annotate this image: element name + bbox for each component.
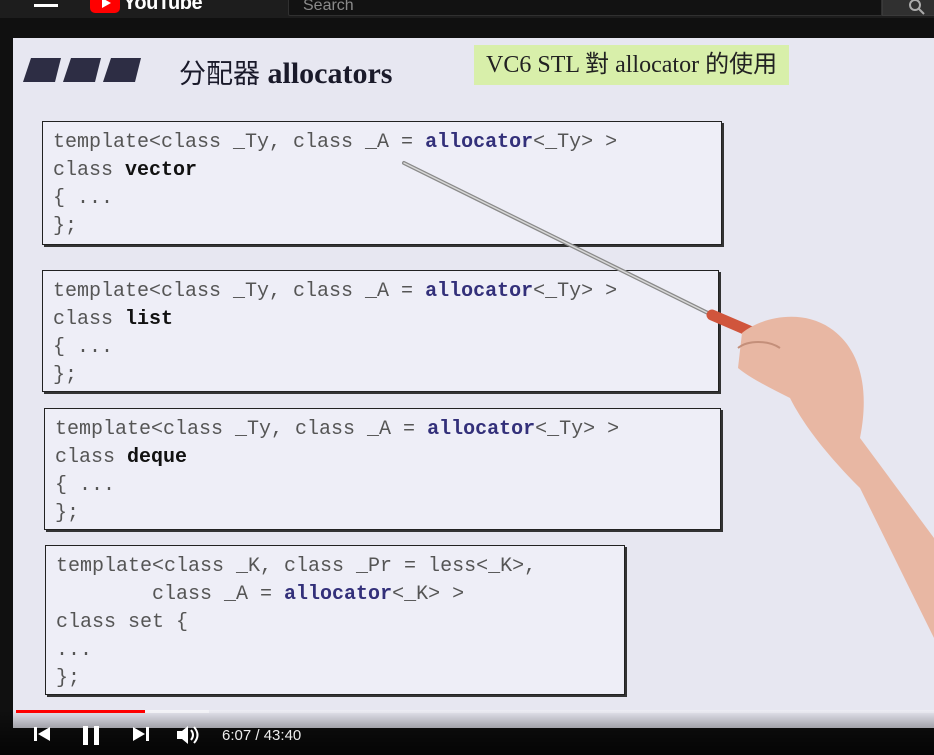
menu-icon[interactable] [34,0,58,10]
code-text: { ... [53,336,114,359]
code-block-vector: template<class _Ty, class _A = allocator… [42,121,722,245]
player-controls: 6:07 / 43:40 [0,710,934,755]
volume-icon[interactable] [175,724,203,746]
code-text: <_K> > [392,583,465,606]
slide-badge: VC6 STL 對 allocator 的使用 [474,45,790,85]
previous-icon[interactable] [32,724,52,744]
code-class-name: vector [125,159,198,182]
code-block-list: template<class _Ty, class _A = allocator… [42,270,719,392]
logo-text: YouTube [123,0,203,14]
search-button[interactable] [882,0,934,16]
youtube-logo[interactable]: YouTube [90,0,203,14]
code-text: <_Ty> > [533,131,618,154]
current-time: 6:07 [222,727,252,744]
code-text: }; [53,364,78,387]
slide-title-zh: 分配器 [179,59,260,90]
code-text: template<class _Ty, class _A = [55,418,428,441]
code-text: }; [56,667,81,690]
code-line: template<class _Ty, class _A = allocator… [55,416,720,444]
search-input[interactable]: Search [288,0,882,16]
code-line: }; [53,213,721,241]
lecture-slide: 分配器 allocators VC6 STL 對 allocator 的使用 t… [13,38,934,728]
slide-title: 分配器 allocators [179,52,392,91]
progress-played [16,710,145,713]
code-line: ... [56,637,624,665]
code-line: class set { [56,609,624,637]
code-line: { ... [55,472,720,500]
time-display: 6:07 / 43:40 [222,727,301,744]
code-line: }; [53,362,718,390]
code-line: }; [56,665,624,693]
search-placeholder: Search [303,0,354,14]
slide-decoration [23,58,141,82]
code-keyword: allocator [427,418,536,441]
code-text: { ... [55,474,116,497]
code-line: class deque [55,444,720,472]
code-line: template<class _K, class _Pr = less<_K>, [56,553,624,581]
code-text: class [53,308,126,331]
code-text: class set { [56,611,189,634]
code-class-name: list [125,308,174,331]
code-text: class [55,446,128,469]
code-line: { ... [53,185,721,213]
code-line: template<class _Ty, class _A = allocator… [53,278,718,306]
code-text: }; [53,215,78,238]
code-line: class _A = allocator<_K> > [56,581,624,609]
code-class-name: deque [127,446,188,469]
next-icon[interactable] [131,724,151,744]
code-text: class [53,159,126,182]
youtube-header: YouTube Search [0,0,934,18]
code-text: template<class _K, class _Pr = less<_K>, [56,555,537,578]
code-keyword: allocator [425,131,534,154]
code-text: <_Ty> > [535,418,620,441]
search-icon [909,0,925,15]
code-text: <_Ty> > [533,280,618,303]
progress-bar[interactable] [16,710,934,713]
code-keyword: allocator [284,583,393,606]
code-text: class _A = [56,583,285,606]
pause-icon[interactable] [80,724,102,746]
code-block-set: template<class _K, class _Pr = less<_K>,… [45,545,625,695]
slide-title-en: allocators [267,57,393,90]
video-player[interactable]: 分配器 allocators VC6 STL 對 allocator 的使用 t… [0,18,934,755]
code-keyword: allocator [425,280,534,303]
code-text: template<class _Ty, class _A = [53,280,426,303]
code-text: { ... [53,187,114,210]
code-line: { ... [53,334,718,362]
time-separator: / [251,727,264,744]
code-text: }; [55,502,80,525]
code-line: template<class _Ty, class _A = allocator… [53,129,721,157]
code-text: ... [56,639,93,662]
code-text: template<class _Ty, class _A = [53,131,426,154]
code-line: class list [53,306,718,334]
code-line: class vector [53,157,721,185]
duration: 43:40 [263,727,302,744]
youtube-logo-icon [90,0,120,13]
code-block-deque: template<class _Ty, class _A = allocator… [44,408,721,530]
code-line: }; [55,500,720,528]
